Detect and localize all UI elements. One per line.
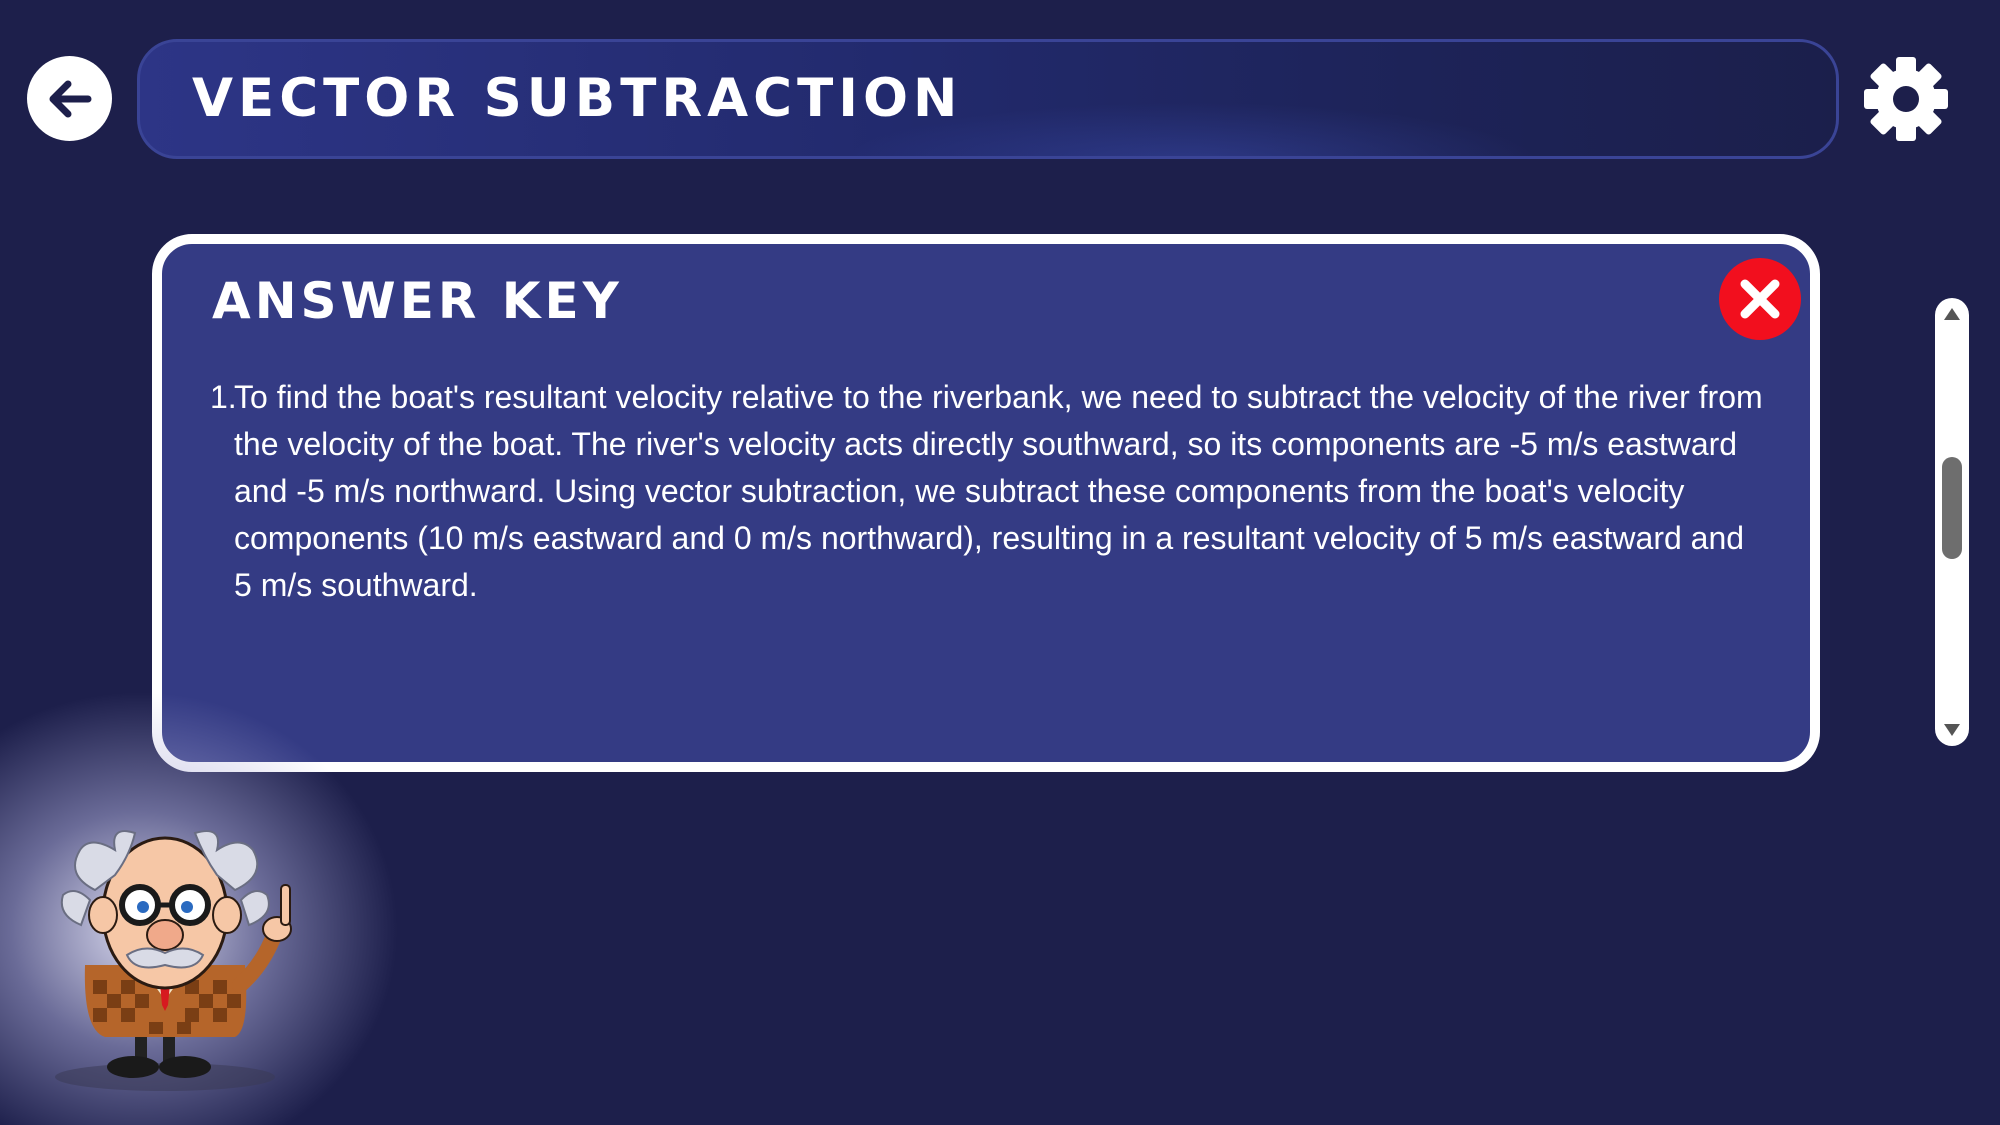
answer-item: 1. To find the boat's resultant velocity… xyxy=(210,374,1770,609)
gear-icon xyxy=(1864,57,1948,141)
scroll-up-arrow-icon[interactable] xyxy=(1944,308,1960,320)
answer-key-panel: ANSWER KEY 1. To find the boat's resulta… xyxy=(152,234,1820,772)
settings-button[interactable] xyxy=(1862,55,1950,143)
screen: VECTOR SUBTRACTION ANSWER KEY 1. To find… xyxy=(0,0,2000,1125)
answer-number: 1. xyxy=(210,379,237,415)
close-button[interactable] xyxy=(1719,258,1801,340)
professor-mascot xyxy=(55,830,292,1091)
arrow-left-icon xyxy=(49,80,91,117)
scrollbar[interactable] xyxy=(1935,298,1969,746)
title-bar: VECTOR SUBTRACTION xyxy=(137,39,1839,159)
scroll-down-arrow-icon[interactable] xyxy=(1944,724,1960,736)
close-icon xyxy=(1740,279,1780,319)
answer-list: 1. To find the boat's resultant velocity… xyxy=(210,374,1770,609)
page-title: VECTOR SUBTRACTION xyxy=(192,68,963,129)
answer-key-title: ANSWER KEY xyxy=(212,272,623,330)
answer-text: To find the boat's resultant velocity re… xyxy=(234,379,1763,603)
back-button[interactable] xyxy=(27,56,112,141)
scrollbar-thumb[interactable] xyxy=(1942,457,1962,559)
